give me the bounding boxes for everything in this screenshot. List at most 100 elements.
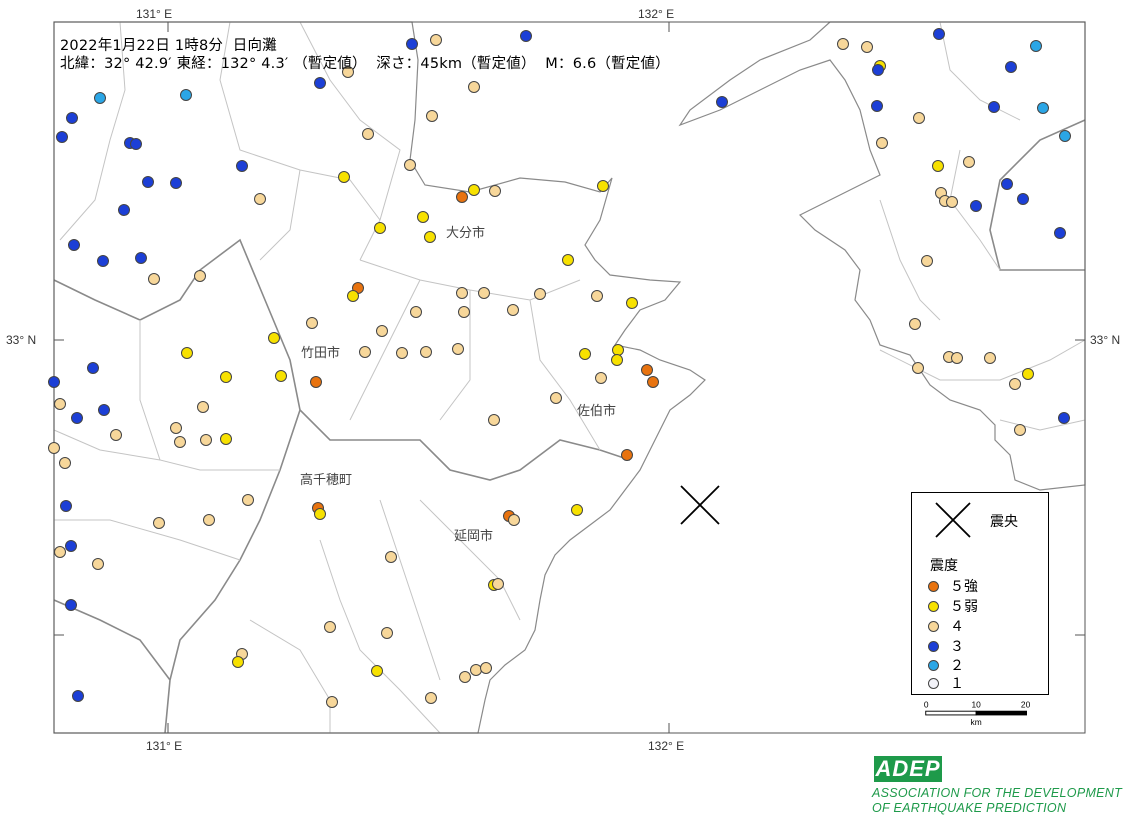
station-marker-intensity-4 [452,343,464,355]
station-marker-intensity-4 [984,352,996,364]
legend-row-4: ４ [928,617,964,635]
station-marker-intensity-4 [59,457,71,469]
station-marker-intensity-5-upper [641,364,653,376]
station-marker-intensity-4 [837,38,849,50]
station-marker-intensity-5-upper [647,376,659,388]
station-marker-intensity-3 [988,101,1000,113]
station-marker-intensity-5-upper [621,449,633,461]
station-marker-intensity-4 [254,193,266,205]
station-marker-intensity-4 [174,436,186,448]
station-marker-intensity-3 [56,131,68,143]
station-marker-intensity-5-lower [626,297,638,309]
station-marker-intensity-4 [478,287,490,299]
station-marker-intensity-5-lower [338,171,350,183]
station-marker-intensity-5-lower [597,180,609,192]
station-marker-intensity-4 [909,318,921,330]
station-marker-intensity-3 [71,412,83,424]
station-marker-intensity-3 [142,176,154,188]
station-marker-intensity-2 [1059,130,1071,142]
station-marker-intensity-3 [970,200,982,212]
legend-row-5-lower: ５弱 [928,597,978,615]
station-marker-intensity-3 [314,77,326,89]
station-marker-intensity-4 [148,273,160,285]
scale-tick-10: 10 [971,700,981,709]
station-marker-intensity-4 [876,137,888,149]
legend-row-label: ５強 [950,579,978,595]
station-marker-intensity-4 [242,494,254,506]
legend-row-label: １ [950,676,964,692]
station-marker-intensity-5-upper [456,191,468,203]
station-marker-intensity-5-lower [611,354,623,366]
station-marker-intensity-4 [456,287,468,299]
station-marker-intensity-3 [130,138,142,150]
station-marker-intensity-4 [508,514,520,526]
legend-row-1: １ [928,674,964,692]
legend-row-label: ５弱 [950,599,978,615]
station-marker-intensity-3 [520,30,532,42]
station-marker-intensity-3 [1001,178,1013,190]
station-marker-intensity-4 [430,34,442,46]
legend-dot-icon [928,659,939,671]
station-marker-intensity-4 [595,372,607,384]
station-marker-intensity-5-lower [579,348,591,360]
event-parameters: 北緯：32° 42.9′ 東経：132° 4.3′ （暫定値） 深さ：45km（… [60,56,670,72]
station-marker-intensity-4 [153,517,165,529]
city-label-nobeoka: 延岡市 [454,528,493,544]
station-marker-intensity-4 [488,414,500,426]
legend-dot-icon [928,677,939,689]
station-marker-intensity-3 [1017,193,1029,205]
station-marker-intensity-3 [135,252,147,264]
legend-dot-icon [928,640,939,652]
station-marker-intensity-4 [591,290,603,302]
scale-tick-0: 0 [924,700,929,709]
station-marker-intensity-3 [118,204,130,216]
scale-bar: 0 10 20 km [924,700,1031,727]
station-marker-intensity-4 [458,306,470,318]
station-marker-intensity-4 [376,325,388,337]
station-marker-intensity-5-lower [417,211,429,223]
station-marker-intensity-4 [170,422,182,434]
station-marker-intensity-4 [1009,378,1021,390]
axis-label-top-132: 132° E [638,7,674,21]
station-marker-intensity-5-lower [268,332,280,344]
station-marker-intensity-5-lower [1022,368,1034,380]
station-marker-intensity-4 [480,662,492,674]
axis-label-bottom-131: 131° E [146,739,182,753]
station-marker-intensity-2 [180,89,192,101]
station-marker-intensity-4 [359,346,371,358]
station-marker-intensity-4 [425,692,437,704]
station-marker-intensity-4 [92,558,104,570]
station-marker-intensity-5-upper [310,376,322,388]
axis-label-right-33n: 33° N [1090,333,1120,347]
station-marker-intensity-3 [66,112,78,124]
station-marker-intensity-3 [716,96,728,108]
legend-row-3: ３ [928,637,964,655]
scale-unit: km [971,717,982,727]
station-marker-intensity-3 [98,404,110,416]
station-marker-intensity-4 [492,578,504,590]
station-marker-intensity-4 [550,392,562,404]
station-marker-intensity-5-lower [468,184,480,196]
legend-intensity-title: 震度 [930,558,958,574]
station-marker-intensity-5-lower [371,665,383,677]
station-marker-intensity-4 [946,196,958,208]
station-marker-intensity-4 [326,696,338,708]
station-marker-intensity-2 [94,92,106,104]
station-marker-intensity-4 [200,434,212,446]
station-marker-intensity-3 [97,255,109,267]
station-marker-intensity-2 [1030,40,1042,52]
station-marker-intensity-4 [963,156,975,168]
station-marker-intensity-4 [426,110,438,122]
station-marker-intensity-5-lower [571,504,583,516]
axis-label-top-131: 131° E [136,7,172,21]
station-marker-intensity-3 [87,362,99,374]
axis-label-left-33n: 33° N [6,333,36,347]
station-marker-intensity-4 [410,306,422,318]
station-marker-intensity-4 [468,81,480,93]
scale-tick-20: 20 [1021,700,1031,709]
station-marker-intensity-4 [459,671,471,683]
legend-epicenter-label: 震央 [990,514,1018,530]
station-marker-intensity-5-lower [932,160,944,172]
station-marker-intensity-5-lower [424,231,436,243]
station-marker-intensity-5-lower [562,254,574,266]
